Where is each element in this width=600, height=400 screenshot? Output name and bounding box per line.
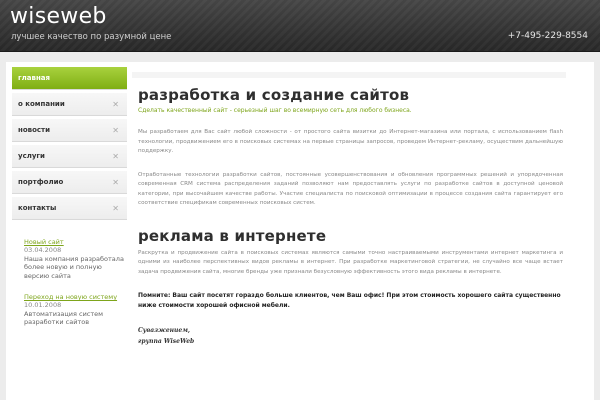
sidebar-item-label: новости [18,126,50,134]
paragraph: Раскрутка и продвижение сайта в поисковы… [138,249,563,275]
sidebar-nav: главная о компании ✕ новости ✕ услуги ✕ … [12,67,127,223]
news-text: Автоматизация систем разработки сайтов [24,309,104,327]
close-icon: ✕ [112,152,119,161]
close-icon: ✕ [112,178,119,187]
sidebar-item-label: услуги [18,152,45,160]
news-item: Переход на новую систему 10.01.2008 Авто… [24,293,124,327]
sidebar-item-news[interactable]: новости ✕ [12,119,127,142]
news-title-link[interactable]: Новый сайт [24,238,124,246]
section-subtitle: Сделать качественный сайт - серьезный ша… [138,107,412,114]
news-title-link[interactable]: Переход на новую систему [24,293,124,301]
sidebar-item-services[interactable]: услуги ✕ [12,145,127,168]
news-item: Новый сайт 03.04.2008 Наша компания разр… [24,238,124,280]
site-header: wiseweb лучшее качество по разумной цене… [0,0,600,52]
paragraph: Мы разработаем для Вас сайт любой сложно… [138,129,563,154]
close-icon: ✕ [112,100,119,109]
paragraph: Отработанные технологии разработки сайто… [138,171,563,207]
sidebar-item-label: главная [18,74,50,82]
phone-number: +7-495-229-8554 [507,31,588,41]
sidebar-item-label: контакты [18,204,57,212]
close-icon: ✕ [112,204,119,213]
sidebar-item-label: о компании [18,100,65,108]
sidebar-item-contacts[interactable]: контакты ✕ [12,197,127,220]
highlight-note: Помните: Ваш сайт посетят гораздо больше… [138,292,561,309]
news-date: 03.04.2008 [24,246,62,255]
sidebar-item-about[interactable]: о компании ✕ [12,93,127,116]
site-tagline: лучшее качество по разумной цене [11,32,172,42]
sidebar-item-portfolio[interactable]: портфолио ✕ [12,171,127,194]
section-title: реклама в интернете [138,226,327,245]
section-title: разработка и создание сайтов [138,86,410,104]
sidebar-item-home[interactable]: главная [12,67,127,90]
page-panel: главная о компании ✕ новости ✕ услуги ✕ … [6,62,594,400]
signature-line: Сувазжением, [138,327,191,334]
sidebar-item-label: портфолио [18,178,64,186]
main-content: разработка и создание сайтов Сделать кач… [132,72,566,347]
news-text: Наша компания разработала более новую и … [24,254,124,280]
site-logo[interactable]: wiseweb [10,4,107,29]
news-date: 10.01.2008 [24,301,62,310]
signature-line: группа WiseWeb [138,338,195,345]
close-icon: ✕ [112,126,119,135]
content-top-bar [132,72,566,78]
